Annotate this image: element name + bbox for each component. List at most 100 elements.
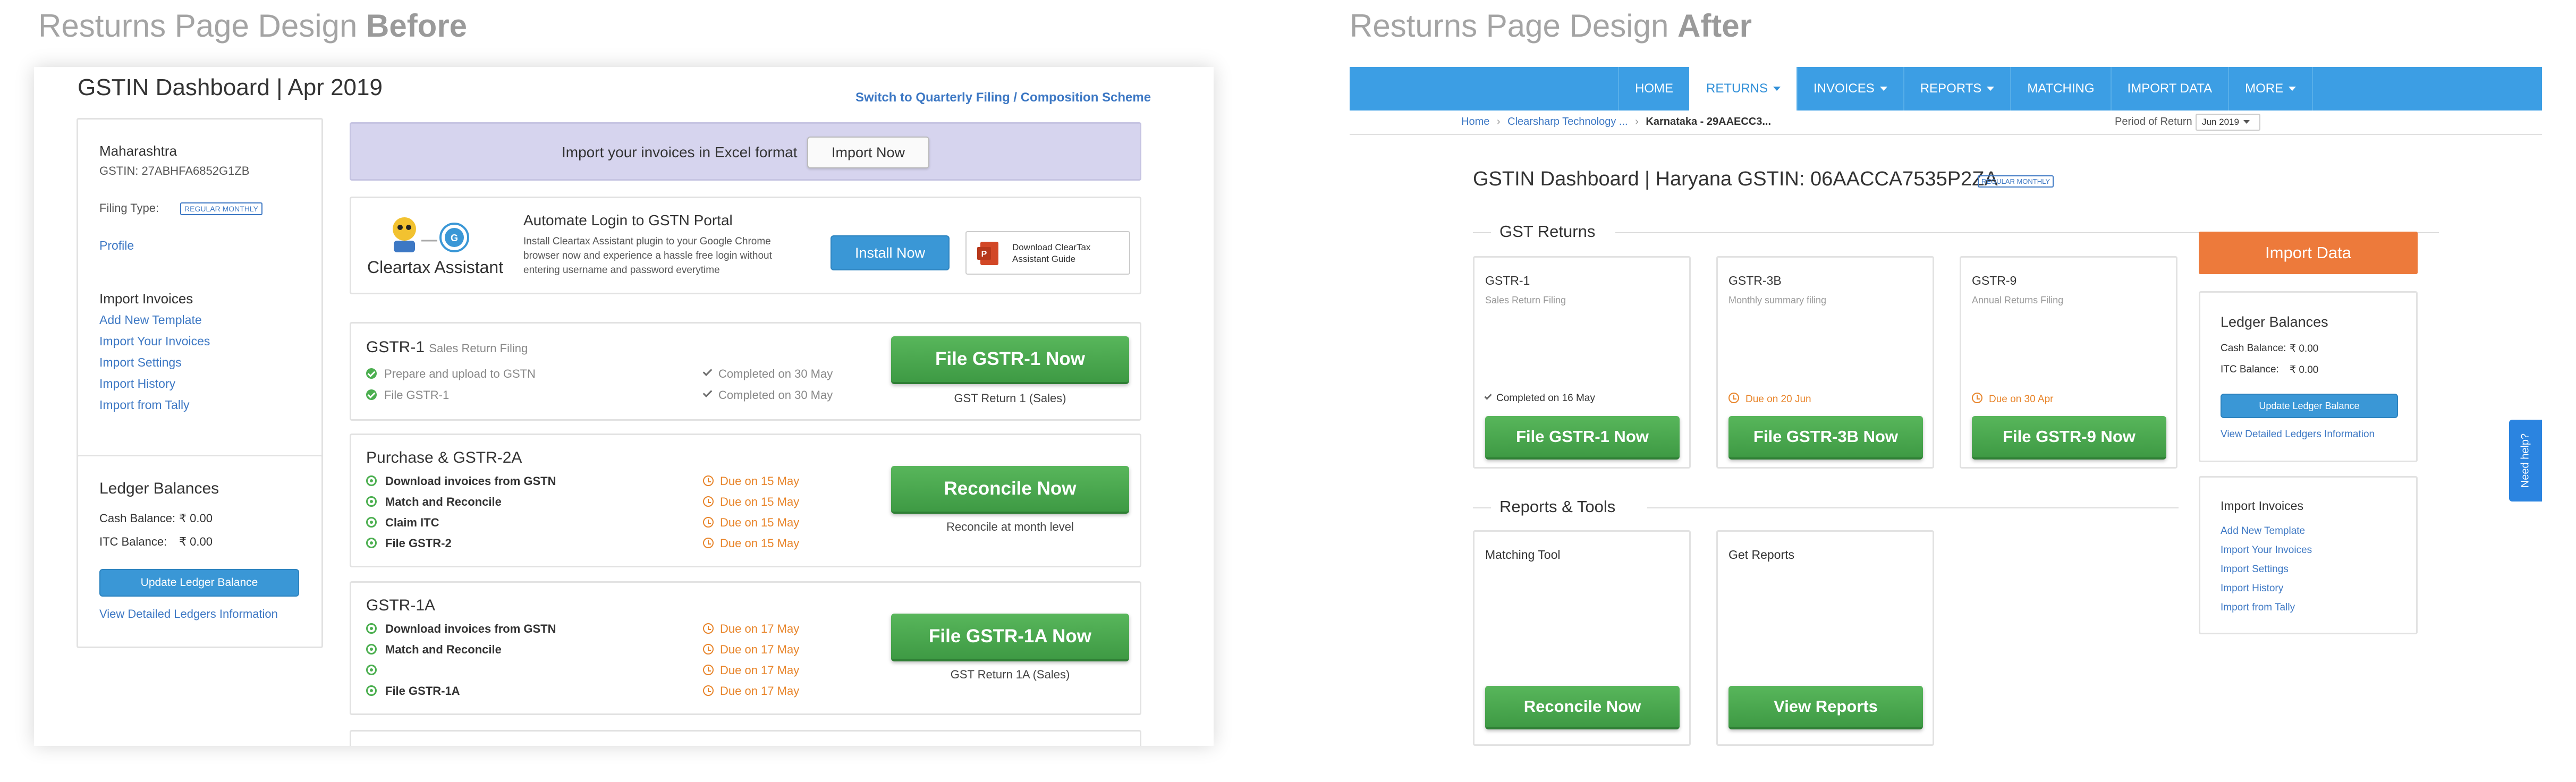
view-ledgers-link[interactable]: View Detailed Ledgers Information (99, 607, 278, 621)
nav-matching[interactable]: MATCHING (2010, 67, 2110, 110)
after-dashboard-title: GSTIN Dashboard | Haryana GSTIN: 06AACCA… (1473, 168, 1998, 190)
clock-icon (703, 517, 714, 528)
gstr2a-task-4: File GSTR-2 (366, 537, 452, 550)
gstr1-status-1: Completed on 30 May (702, 367, 833, 381)
breadcrumb-gstin: Karnataka - 29AAECC3... (1646, 116, 1772, 128)
import-settings-link[interactable]: Import Settings (2221, 564, 2289, 575)
gstr1-card: GSTR-1 Sales Return Filing Prepare and u… (350, 322, 1141, 421)
file-gstr1a-button[interactable]: File GSTR-1A Now (891, 614, 1129, 661)
clock-icon (703, 665, 714, 675)
chevron-down-icon (1987, 87, 1995, 91)
chevron-down-icon (1879, 87, 1887, 91)
tool-title: Get Reports (1728, 548, 1794, 562)
gstr2a-task-1: Download invoices from GSTN (366, 474, 556, 488)
update-ledger-button[interactable]: Update Ledger Balance (99, 569, 299, 597)
assistant-heading: Automate Login to GSTN Portal (523, 212, 733, 228)
cash-balance-value: ₹ 0.00 (2290, 343, 2319, 354)
nav-invoices[interactable]: INVOICES (1797, 67, 1903, 110)
gstr2a-task-3: Claim ITC (366, 516, 439, 530)
breadcrumb-home[interactable]: Home (1461, 116, 1489, 128)
return-card-gstr1: GSTR-1 Sales Return Filing Completed on … (1473, 256, 1691, 469)
gstr1a-title: GSTR-1A (366, 597, 436, 614)
svg-text:G: G (451, 233, 458, 243)
radio-icon (366, 475, 377, 486)
view-reports-button[interactable]: View Reports (1728, 686, 1923, 729)
profile-link[interactable]: Profile (99, 239, 134, 253)
import-data-button[interactable]: Import Data (2199, 232, 2418, 274)
gstr1-caption: GST Return 1 (Sales) (954, 392, 1066, 405)
gstr1a-task-3 (366, 664, 385, 677)
return-title: GSTR-3B (1728, 274, 1782, 287)
nav-reports[interactable]: REPORTS (1903, 67, 2011, 110)
chevron-down-icon (2289, 87, 2297, 91)
import-from-tally-link[interactable]: Import from Tally (2221, 602, 2295, 614)
breadcrumb-company[interactable]: Clearsharp Technology ... (1507, 116, 1628, 128)
filing-type-label: Filing Type: (99, 201, 159, 215)
update-ledger-button-after[interactable]: Update Ledger Balance (2221, 394, 2398, 418)
file-gstr3b-now-button[interactable]: File GSTR-3B Now (1728, 416, 1923, 460)
nav-returns[interactable]: RETURNS (1689, 67, 1797, 110)
next-card-partial (350, 730, 1141, 746)
switch-scheme-link[interactable]: Switch to Quarterly Filing / Composition… (855, 90, 1151, 105)
check-icon (1484, 392, 1492, 400)
clock-icon (703, 685, 714, 696)
clock-icon (1728, 393, 1739, 403)
import-from-tally-link[interactable]: Import from Tally (99, 398, 190, 412)
gstr1-status-2: Completed on 30 May (702, 388, 833, 402)
before-dashboard-title: GSTIN Dashboard | Apr 2019 (78, 74, 383, 100)
install-now-button[interactable]: Install Now (831, 235, 950, 270)
reports-rule-left (1473, 507, 1491, 508)
after-frame: HOME RETURNS INVOICES REPORTS MATCHING IMPORT… (1350, 67, 2542, 746)
return-status: Due on 20 Jun (1728, 393, 1811, 405)
reconcile-now-button[interactable]: Reconcile Now (891, 466, 1129, 514)
nav-more[interactable]: MORE (2228, 67, 2314, 110)
file-gstr1-button[interactable]: File GSTR-1 Now (891, 336, 1129, 384)
import-settings-link[interactable]: Import Settings (99, 355, 182, 370)
file-gstr1-now-button[interactable]: File GSTR-1 Now (1485, 416, 1680, 460)
done-icon (366, 368, 377, 379)
breadcrumb: Home › Clearsharp Technology ... › Karna… (1461, 116, 1772, 128)
return-subtitle: Sales Return Filing (1485, 295, 1566, 305)
filing-type-badge: REGULAR MONTHLY (180, 202, 262, 215)
import-history-link[interactable]: Import History (99, 377, 175, 391)
import-history-link[interactable]: Import History (2221, 583, 2283, 594)
gstin-label: GSTIN: 27ABHFA6852G1ZB (99, 164, 250, 177)
add-new-template-link[interactable]: Add New Template (2221, 525, 2305, 537)
import-your-invoices-link[interactable]: Import Your Invoices (2221, 545, 2312, 556)
nav-import-data[interactable]: IMPORT DATA (2110, 67, 2228, 110)
gstr2a-due-3: Due on 15 May (703, 516, 799, 530)
state-name: Maharashtra (99, 143, 177, 159)
import-invoices-heading: Import Invoices (99, 291, 193, 307)
tool-card-reports: Get Reports View Reports (1716, 530, 1934, 746)
nav-items: HOME RETURNS INVOICES REPORTS MATCHING IMPORT… (1618, 67, 2314, 110)
gstr2a-due-2: Due on 15 May (703, 495, 799, 509)
guide-button[interactable]: P Download ClearTax Assistant Guide (965, 231, 1130, 275)
period-select[interactable]: Jun 2019 (2196, 114, 2260, 131)
reconcile-now-button-after[interactable]: Reconcile Now (1485, 686, 1680, 729)
cash-balance-label: Cash Balance: (2221, 343, 2286, 354)
nav-home[interactable]: HOME (1618, 67, 1689, 110)
itc-balance-label: ITC Balance: (99, 535, 167, 548)
gstr1a-due-4: Due on 17 May (703, 684, 799, 698)
gstr2a-due-4: Due on 15 May (703, 537, 799, 550)
gstr1a-task-4: File GSTR-1A (366, 684, 460, 698)
cash-balance-label: Cash Balance: (99, 512, 176, 525)
svg-text:P: P (981, 250, 987, 259)
clock-icon (703, 475, 714, 486)
radio-icon (366, 517, 377, 528)
view-ledgers-link-after[interactable]: View Detailed Ledgers Information (2221, 429, 2375, 440)
import-now-button[interactable]: Import Now (807, 137, 929, 168)
gstr1a-card: GSTR-1A Download invoices from GSTN Matc… (350, 581, 1141, 715)
guide-button-label: Download ClearTax Assistant Guide (1012, 242, 1091, 264)
clock-icon (703, 538, 714, 548)
add-new-template-link[interactable]: Add New Template (99, 313, 202, 327)
import-your-invoices-link[interactable]: Import Your Invoices (99, 334, 210, 348)
after-page-title: Resturns Page Design After (1350, 8, 1752, 44)
radio-icon (366, 685, 377, 696)
assistant-brand: Cleartax Assistant (367, 258, 504, 277)
breadcrumb-bar: Home › Clearsharp Technology ... › Karna… (1350, 110, 2542, 135)
gstr2a-card: Purchase & GSTR-2A Download invoices fro… (350, 434, 1141, 567)
need-help-tab[interactable]: Need help? (2509, 420, 2542, 502)
file-gstr9-now-button[interactable]: File GSTR-9 Now (1972, 416, 2166, 460)
ppt-file-icon: P (977, 242, 998, 265)
